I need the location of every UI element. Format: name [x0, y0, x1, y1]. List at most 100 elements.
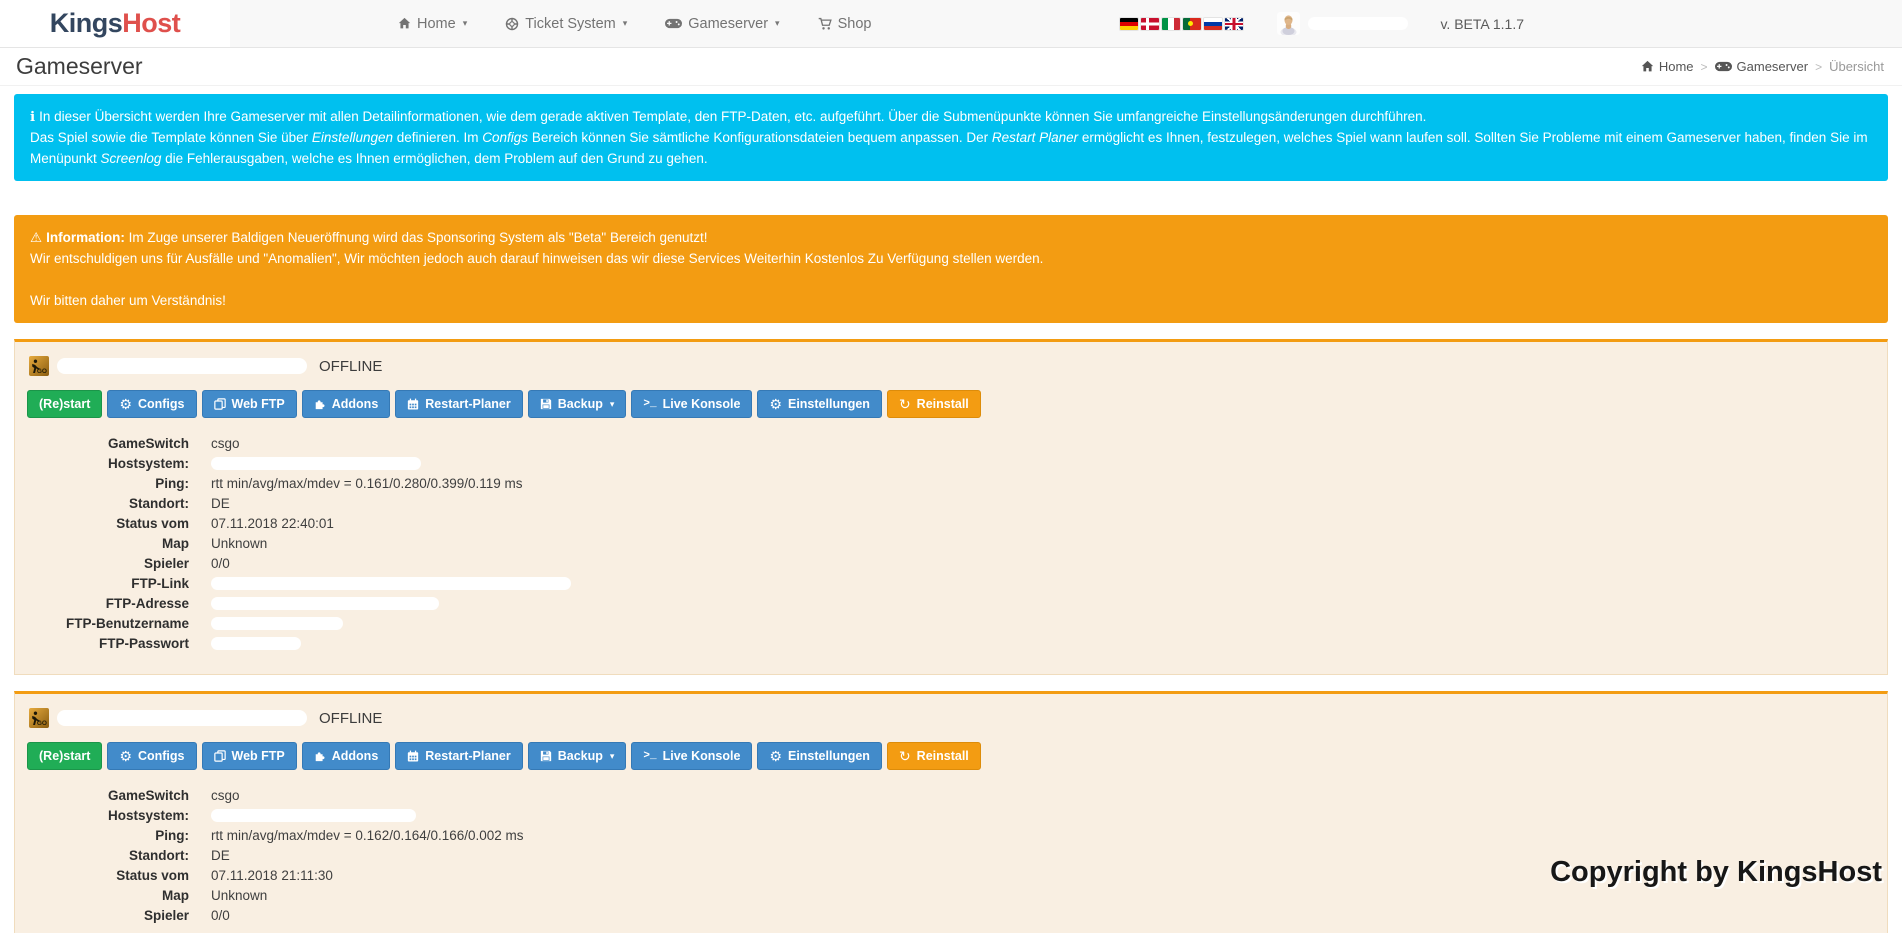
breadcrumb-gameserver[interactable]: Gameserver	[1715, 59, 1809, 74]
detail-label: GameSwitch	[27, 434, 189, 454]
detail-label: Standort:	[27, 494, 189, 514]
detail-value-redacted	[211, 577, 571, 590]
addons-button[interactable]: Addons	[302, 742, 391, 770]
reinstall-button[interactable]: ↻Reinstall	[887, 742, 981, 770]
chevron-down-icon: ▾	[463, 18, 468, 29]
web-ftp-button[interactable]: Web FTP	[202, 742, 297, 770]
csgo-icon-text: GO	[37, 368, 47, 375]
re-start-button[interactable]: (Re)start	[27, 742, 102, 770]
save-icon	[540, 750, 552, 762]
server-status: OFFLINE	[319, 710, 382, 727]
breadcrumb-separator: >	[1701, 60, 1708, 74]
re-start-button[interactable]: (Re)start	[27, 390, 102, 418]
backup-button[interactable]: Backup▾	[528, 742, 627, 770]
einstellungen-button[interactable]: ⚙ Einstellungen	[757, 742, 882, 770]
warning-icon: ⚠	[30, 230, 42, 245]
brand-kings: Kings	[50, 8, 123, 39]
gears-icon: ⚙	[119, 397, 132, 411]
gears-icon: ⚙	[119, 749, 132, 763]
button-label: Backup	[558, 749, 603, 763]
gamepad-icon	[665, 18, 682, 29]
detail-row-gameswitch: GameSwitchcsgo	[27, 786, 1875, 806]
configs-button[interactable]: ⚙Configs	[107, 390, 196, 418]
home-icon	[398, 17, 411, 30]
detail-value: 0/0	[211, 554, 230, 574]
nav-item-home[interactable]: Home ▾	[398, 16, 467, 32]
web-ftp-button[interactable]: Web FTP	[202, 390, 297, 418]
button-label: Backup	[558, 397, 603, 411]
button-label: Live Konsole	[663, 397, 741, 411]
nav-item-shop[interactable]: Shop	[818, 16, 872, 32]
detail-label: Standort:	[27, 846, 189, 866]
breadcrumb-label: Gameserver	[1737, 59, 1809, 74]
detail-label: Status vom	[27, 866, 189, 886]
info-alert: ℹIn dieser Übersicht werden Ihre Gameser…	[14, 94, 1888, 181]
breadcrumb-home[interactable]: Home	[1641, 59, 1694, 74]
flag-gb-icon[interactable]	[1225, 18, 1243, 30]
terminal-icon: >_	[643, 399, 656, 410]
nav-item-label: Gameserver	[688, 16, 768, 32]
detail-row-hostsystem: Hostsystem:	[27, 454, 1875, 474]
detail-row-status-vom: Status vom 07.11.2018 21:11:30	[27, 866, 1875, 886]
detail-value: 07.11.2018 22:40:01	[211, 514, 334, 534]
button-label: Reinstall	[917, 749, 969, 763]
puzzle-icon	[314, 750, 326, 762]
nav-item-ticket-system[interactable]: Ticket System▾	[505, 16, 627, 32]
alert-text: Screenlog	[101, 151, 162, 166]
server-actions: (Re)start⚙ConfigsWeb FTPAddons Restart-Pl…	[27, 742, 1875, 770]
detail-value: 07.11.2018 21:11:30	[211, 866, 333, 886]
live-konsole-button[interactable]: >_Live Konsole	[631, 742, 752, 770]
server-panels: GOOFFLINE(Re)start⚙ConfigsWeb FTPAddonsR…	[14, 339, 1888, 933]
restart-planer-button[interactable]: Restart-Planer	[395, 390, 522, 418]
warning-alert: ⚠Information: Im Zuge unserer Baldigen N…	[14, 215, 1888, 323]
detail-label: Hostsystem:	[27, 806, 189, 826]
flag-dk-icon[interactable]	[1141, 18, 1159, 30]
detail-label: Ping:	[27, 474, 189, 494]
alert-text: Das Spiel sowie die Template können Sie …	[30, 130, 312, 145]
breadcrumb-übersicht: Übersicht	[1829, 59, 1884, 74]
chevron-down-icon: ▾	[610, 399, 615, 410]
detail-row-hostsystem: Hostsystem:	[27, 806, 1875, 826]
detail-value: DE	[211, 494, 230, 514]
flag-it-icon[interactable]	[1162, 18, 1180, 30]
user-avatar[interactable]	[1277, 12, 1300, 35]
backup-button[interactable]: Backup ▾	[528, 390, 627, 418]
copy-icon	[214, 398, 226, 410]
cart-icon	[818, 17, 832, 31]
home-icon	[1641, 60, 1654, 73]
csgo-game-icon: GO	[29, 708, 49, 728]
button-label: Web FTP	[232, 397, 285, 411]
version-label: v. BETA 1.1.7	[1440, 16, 1524, 32]
csgo-game-icon: GO	[29, 356, 49, 376]
button-label: Live Konsole	[663, 749, 741, 763]
button-label: Restart-Planer	[425, 749, 510, 763]
detail-label: Hostsystem:	[27, 454, 189, 474]
page-header: Gameserver Home>Gameserver>Übersicht	[0, 48, 1902, 86]
live-konsole-button[interactable]: >_ Live Konsole	[631, 390, 752, 418]
nav-item-gameserver[interactable]: Gameserver▾	[665, 16, 779, 32]
nav-item-label: Home	[417, 16, 456, 32]
life-ring-icon	[505, 17, 519, 31]
detail-row-ftp-adresse: FTP-Adresse	[27, 594, 1875, 614]
flag-ru-icon[interactable]	[1204, 18, 1222, 30]
alert-text: Einstellungen	[312, 130, 393, 145]
puzzle-icon	[314, 398, 326, 410]
flag-de-icon[interactable]	[1120, 18, 1138, 30]
nav-item-label: Shop	[838, 16, 872, 32]
detail-row-spieler: Spieler0/0	[27, 906, 1875, 926]
restart-planer-button[interactable]: Restart-Planer	[395, 742, 522, 770]
button-label: Einstellungen	[788, 749, 870, 763]
gear-icon: ⚙	[769, 749, 782, 763]
detail-value-redacted	[211, 597, 439, 610]
reinstall-button[interactable]: ↻Reinstall	[887, 390, 981, 418]
page-title: Gameserver	[16, 53, 143, 80]
einstellungen-button[interactable]: ⚙Einstellungen	[757, 390, 882, 418]
addons-button[interactable]: Addons	[302, 390, 391, 418]
flag-pt-icon[interactable]	[1183, 18, 1201, 30]
detail-value: rtt min/avg/max/mdev = 0.162/0.164/0.166…	[211, 826, 524, 846]
brand-logo[interactable]: KingsHost	[0, 0, 230, 47]
detail-label: Ping:	[27, 826, 189, 846]
alert-text: ermöglicht es Ihnen, festzulegen, welche…	[1078, 130, 1867, 145]
configs-button[interactable]: ⚙Configs	[107, 742, 196, 770]
refresh-icon: ↻	[899, 397, 911, 411]
